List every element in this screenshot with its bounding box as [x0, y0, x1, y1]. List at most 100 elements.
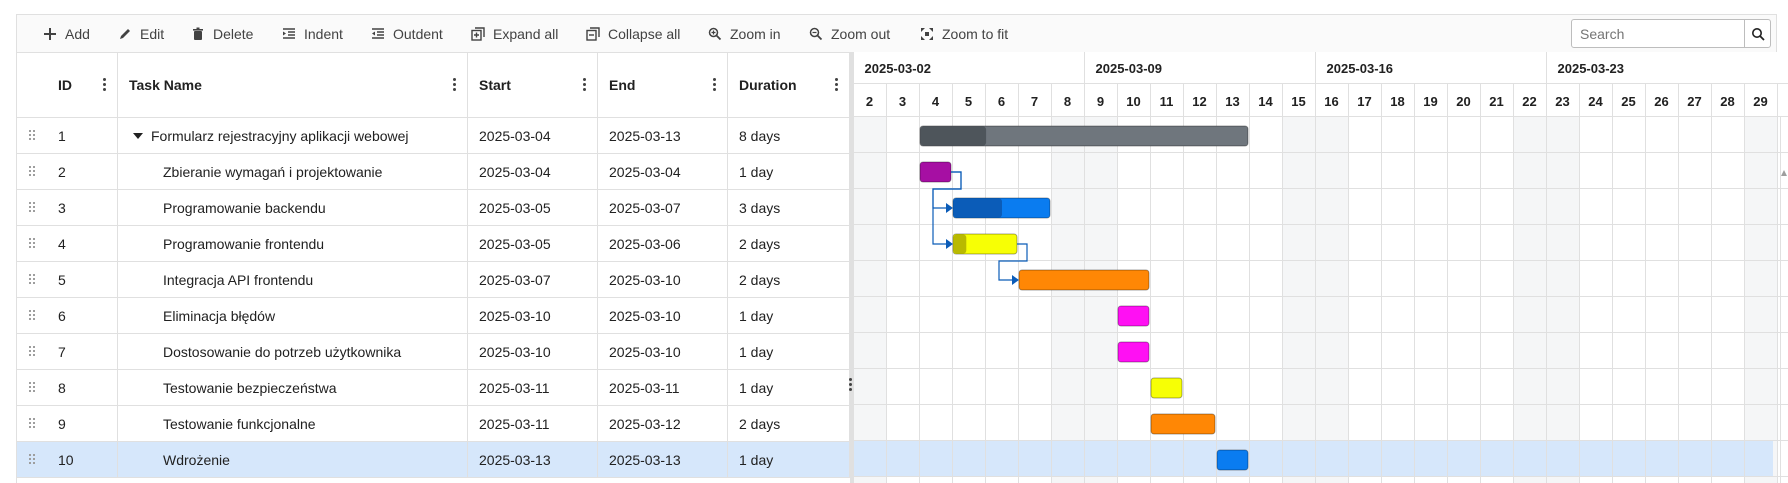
cell-duration: 1 day [728, 370, 850, 406]
cell-text-start: 2025-03-11 [479, 380, 550, 396]
day-label: 18 [1390, 94, 1404, 109]
table-row[interactable]: 7 Dostosowanie do potrzeb użytkownika 2025… [17, 334, 850, 370]
cell-id: 7 [17, 334, 118, 370]
weekend-column [853, 117, 886, 483]
day-label: 15 [1291, 94, 1305, 109]
column-header-name[interactable]: Task Name [118, 53, 468, 118]
cell-id: 8 [17, 370, 118, 406]
zoom-out-icon [809, 27, 823, 41]
day-label: 10 [1126, 94, 1140, 109]
column-header-id[interactable]: ID [17, 53, 118, 118]
cell-text-duration: 1 day [739, 164, 774, 180]
table-row[interactable]: 5 Integracja API frontendu 2025-03-07 2025-… [17, 262, 850, 298]
weekend-column [1513, 117, 1546, 483]
day-label: 23 [1555, 94, 1569, 109]
task-bar[interactable] [1117, 305, 1150, 327]
collapse-all-icon [586, 27, 600, 41]
toolbar-button-label: Outdent [393, 26, 443, 42]
scroll-up-icon[interactable] [1781, 170, 1787, 176]
cell-text-end: 2025-03-04 [609, 164, 681, 180]
cell-start: 2025-03-05 [468, 190, 598, 226]
table-row[interactable]: 4 Programowanie frontendu 2025-03-05 2025-0… [17, 226, 850, 262]
cell-duration: 2 days [728, 406, 850, 442]
selected-row-highlight [853, 441, 1773, 477]
column-menu-icon[interactable] [713, 77, 717, 93]
column-menu-icon[interactable] [583, 77, 587, 93]
task-bar[interactable] [1150, 377, 1183, 399]
cell-text-id: 8 [58, 380, 66, 396]
delete-button[interactable]: Delete [191, 15, 253, 53]
cell-name: Zbieranie wymagań i projektowanie [118, 154, 468, 190]
table-row[interactable]: 8 Testowanie bezpieczeństwa 2025-03-11 2025… [17, 370, 850, 406]
column-header-start[interactable]: Start [468, 53, 598, 118]
day-label: 19 [1423, 94, 1437, 109]
cell-duration: 3 days [728, 190, 850, 226]
task-bar[interactable] [1150, 413, 1216, 435]
pencil-icon [120, 29, 130, 39]
cell-text-start: 2025-03-04 [479, 128, 551, 144]
table-row[interactable]: 10 Wdrożenie 2025-03-13 2025-03-13 1 day [17, 442, 850, 478]
task-bar[interactable] [1018, 269, 1150, 291]
search-button[interactable] [1744, 20, 1770, 47]
cell-end: 2025-03-13 [598, 118, 728, 154]
zoom-to-fit-button[interactable]: Zoom to fit [920, 15, 1008, 53]
cell-text-name: Integracja API frontendu [163, 272, 314, 288]
task-bar[interactable] [1216, 449, 1249, 471]
column-menu-icon[interactable] [103, 77, 107, 93]
cell-text-name: Eliminacja błędów [163, 308, 276, 324]
indent-button[interactable]: Indent [282, 15, 343, 53]
cell-duration: 1 day [728, 298, 850, 334]
column-menu-icon[interactable] [453, 77, 457, 93]
cell-text-start: 2025-03-05 [479, 200, 551, 216]
cell-start: 2025-03-13 [468, 442, 598, 478]
cell-name: Programowanie backendu [118, 190, 468, 226]
expand-toggle-icon[interactable] [133, 133, 143, 139]
table-row[interactable]: 1 Formularz rejestracyjny aplikacji webow… [17, 118, 850, 154]
cell-text-id: 4 [58, 236, 66, 252]
day-label: 14 [1258, 94, 1273, 109]
dependency-arrow-icon [1012, 275, 1019, 285]
cell-text-id: 1 [58, 128, 66, 144]
cell-text-end: 2025-03-10 [609, 344, 681, 360]
outdent-button[interactable]: Outdent [371, 15, 443, 53]
cell-id: 10 [17, 442, 118, 478]
zoom-in-button[interactable]: Zoom in [708, 15, 781, 53]
gantt-chart: 2025-03-02 2025-03-09 2025-03-16 2025-03-23… [853, 52, 1788, 483]
table-row[interactable]: 2 Zbieranie wymagań i projektowanie 2025-0… [17, 154, 850, 190]
cell-text-start: 2025-03-13 [479, 452, 551, 468]
cell-text-duration: 8 days [739, 128, 781, 144]
gantt-timeline: 2025-03-02 2025-03-09 2025-03-16 2025-03-23… [853, 52, 1788, 483]
task-bar[interactable] [919, 161, 952, 183]
day-label: 21 [1489, 94, 1503, 109]
cell-text-id: 6 [58, 308, 66, 324]
table-row[interactable]: 3 Programowanie backendu 2025-03-05 2025-03… [17, 190, 850, 226]
cell-text-id: 5 [58, 272, 66, 288]
cell-name: Testowanie bezpieczeństwa [118, 370, 468, 406]
table-row[interactable]: 6 Eliminacja błędów 2025-03-10 2025-03-10 1 … [17, 298, 850, 334]
table-row[interactable]: 9 Testowanie funkcjonalne 2025-03-11 2025-0… [17, 406, 850, 442]
column-menu-icon[interactable] [835, 77, 839, 93]
cell-text-duration: 2 days [739, 416, 781, 432]
weekend-column [1744, 117, 1777, 483]
column-header-end[interactable]: End [598, 53, 728, 118]
trash-icon [193, 27, 203, 40]
column-header-label: Task Name [129, 77, 202, 93]
edit-button[interactable]: Edit [118, 15, 164, 53]
cell-end: 2025-03-12 [598, 406, 728, 442]
cell-start: 2025-03-11 [468, 406, 598, 442]
day-label: 20 [1456, 94, 1470, 109]
column-header-label: End [609, 77, 636, 93]
task-bar[interactable] [1117, 341, 1150, 363]
search-input[interactable] [1572, 20, 1744, 47]
expand-all-button[interactable]: Expand all [471, 15, 558, 53]
cell-text-end: 2025-03-11 [609, 380, 680, 396]
column-header-duration[interactable]: Duration [728, 53, 850, 118]
toolbar-button-label: Expand all [493, 26, 559, 42]
collapse-all-button[interactable]: Collapse all [586, 15, 680, 53]
expand-all-icon [471, 27, 485, 41]
task-progress-bar [920, 126, 987, 146]
zoom-out-button[interactable]: Zoom out [809, 15, 890, 53]
cell-id: 2 [17, 154, 118, 190]
add-button[interactable]: Add [43, 15, 90, 53]
cell-id: 5 [17, 262, 118, 298]
